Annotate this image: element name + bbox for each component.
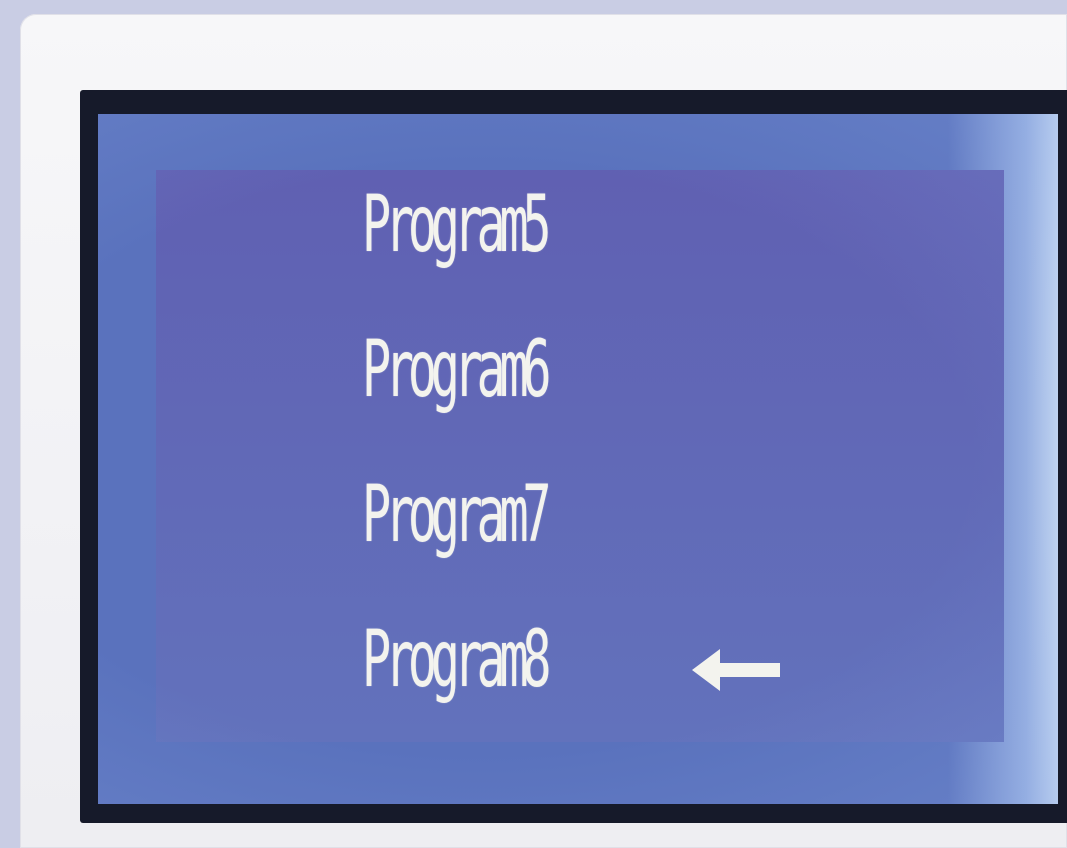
menu-item-program5[interactable]: Program5: [362, 186, 658, 331]
menu-item-label: Program5: [362, 180, 552, 270]
menu-item-program6[interactable]: Program6: [362, 331, 658, 476]
lcd-display-area: Program5 Program6 Program7 Program8: [156, 170, 1004, 742]
menu-item-program7[interactable]: Program7: [362, 476, 658, 621]
menu-item-program8[interactable]: Program8: [362, 615, 780, 766]
device-panel: Program5 Program6 Program7 Program8: [20, 14, 1067, 848]
program-menu: Program5 Program6 Program7 Program8: [362, 186, 780, 766]
left-arrow-icon: [692, 649, 780, 691]
lcd-screen: Program5 Program6 Program7 Program8: [98, 114, 1058, 804]
menu-item-label: Program7: [362, 470, 552, 560]
menu-item-label: Program6: [362, 325, 552, 415]
lcd-bezel: Program5 Program6 Program7 Program8: [80, 90, 1067, 823]
menu-item-label: Program8: [362, 615, 552, 705]
